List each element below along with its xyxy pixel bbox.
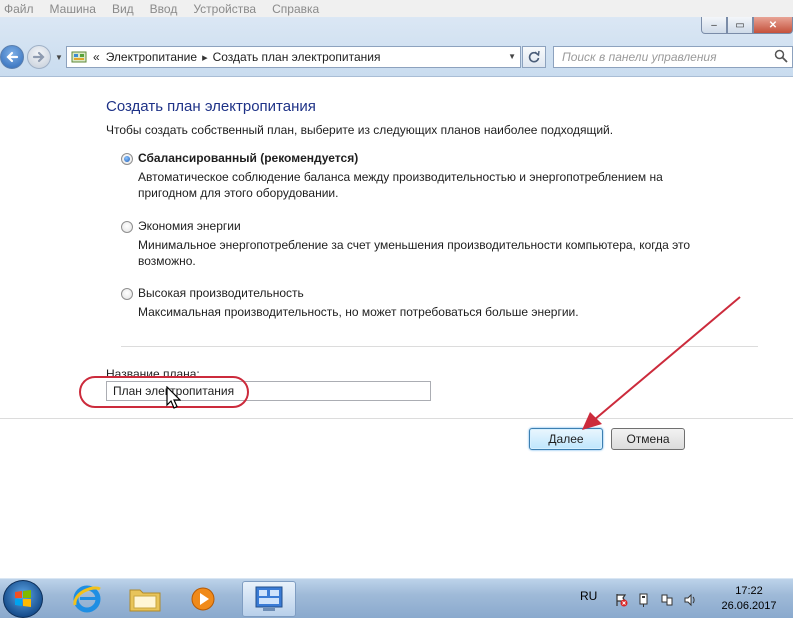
- network-icon[interactable]: [660, 593, 674, 607]
- back-button[interactable]: [0, 45, 24, 69]
- plan-name-input[interactable]: [106, 381, 431, 401]
- cancel-button[interactable]: Отмена: [611, 428, 685, 450]
- language-indicator[interactable]: RU: [580, 589, 597, 603]
- breadcrumb-prefix[interactable]: «: [93, 50, 100, 64]
- breadcrumb-create-plan[interactable]: Создать план электропитания: [213, 50, 381, 64]
- option-high-performance[interactable]: Высокая производительность Максимальная …: [121, 286, 741, 326]
- clock-date: 26.06.2017: [721, 600, 777, 612]
- option-balanced[interactable]: Сбалансированный (рекомендуется) Автомат…: [121, 151, 741, 201]
- option-power-saver-label[interactable]: Экономия энергии: [138, 219, 241, 233]
- search-box[interactable]: Поиск в панели управления: [553, 46, 793, 68]
- option-balanced-label[interactable]: Сбалансированный (рекомендуется): [138, 151, 358, 165]
- arrow-left-icon: [6, 51, 19, 63]
- taskbar-internet-explorer[interactable]: [60, 581, 114, 617]
- minimize-button[interactable]: ‒: [701, 17, 727, 34]
- vm-menubar: Файл Машина Вид Ввод Устройства Справка: [0, 0, 793, 17]
- menu-help[interactable]: Справка: [272, 2, 319, 16]
- page-title: Создать план электропитания: [106, 98, 316, 115]
- refresh-button[interactable]: [522, 46, 546, 68]
- main-content: Создать план электропитания Чтобы создат…: [0, 78, 793, 578]
- forward-button[interactable]: [27, 45, 51, 69]
- page-subtitle: Чтобы создать собственный план, выберите…: [106, 123, 614, 137]
- address-dropdown-icon[interactable]: ▼: [508, 52, 516, 61]
- clock-time: 17:22: [735, 585, 763, 597]
- menu-machine[interactable]: Машина: [50, 2, 96, 16]
- taskbar-control-panel[interactable]: [242, 581, 296, 617]
- radio-balanced[interactable]: [121, 153, 133, 165]
- address-bar[interactable]: « Электропитание ▸ Создать план электроп…: [66, 46, 521, 68]
- power-plug-icon[interactable]: [637, 593, 651, 607]
- search-placeholder: Поиск в панели управления: [562, 50, 717, 64]
- mouse-cursor-icon: [166, 386, 181, 409]
- option-power-saver-description: Минимальное энергопотребление за счет ум…: [138, 238, 691, 268]
- windows-logo-icon: [15, 590, 31, 607]
- taskbar-media-player[interactable]: [176, 581, 230, 617]
- menu-devices[interactable]: Устройства: [193, 2, 256, 16]
- refresh-icon: [528, 50, 540, 63]
- navigation-row: ▼ « Электропитание ▸ Создать план электр…: [0, 43, 793, 69]
- close-button[interactable]: ✕: [753, 17, 793, 34]
- menu-file[interactable]: Файл: [4, 2, 34, 16]
- search-icon[interactable]: [774, 49, 788, 63]
- taskbar: RU 17:22 26.06.2017: [0, 578, 793, 618]
- system-tray: RU 17:22 26.06.2017: [568, 579, 793, 618]
- next-button[interactable]: Далее: [529, 428, 603, 450]
- folder-icon: [129, 589, 161, 612]
- maximize-button[interactable]: ▭: [727, 17, 753, 34]
- option-high-performance-description: Максимальная производительность, но може…: [138, 305, 579, 319]
- start-button[interactable]: [3, 580, 43, 618]
- window-chrome: ‒ ▭ ✕ ▼ « Электропитание ▸ Создать план …: [0, 17, 793, 77]
- menu-input[interactable]: Ввод: [150, 2, 178, 16]
- action-center-flag-icon[interactable]: [614, 593, 628, 607]
- control-panel-icon: [71, 51, 87, 63]
- control-panel-icon: [255, 586, 283, 611]
- divider: [121, 346, 758, 347]
- plan-name-label: Название плана:: [106, 367, 200, 381]
- option-high-performance-label[interactable]: Высокая производительность: [138, 286, 304, 300]
- clock[interactable]: 17:22 26.06.2017: [716, 584, 782, 614]
- internet-explorer-icon: [73, 585, 101, 613]
- taskbar-windows-explorer[interactable]: [118, 581, 172, 617]
- menu-view[interactable]: Вид: [112, 2, 134, 16]
- media-player-icon: [191, 587, 215, 611]
- radio-power-saver[interactable]: [121, 221, 133, 233]
- option-balanced-description: Автоматическое соблюдение баланса между …: [138, 170, 663, 200]
- divider-bottom: [0, 418, 793, 419]
- recent-pages-dropdown-icon[interactable]: ▼: [55, 53, 63, 62]
- option-power-saver[interactable]: Экономия энергии Минимальное энергопотре…: [121, 219, 741, 269]
- breadcrumb-power-options[interactable]: Электропитание: [106, 50, 197, 64]
- arrow-right-icon: [32, 51, 45, 63]
- breadcrumb-separator-icon[interactable]: ▸: [202, 51, 208, 64]
- window-controls: ‒ ▭ ✕: [701, 17, 793, 34]
- volume-icon[interactable]: [683, 593, 697, 607]
- radio-high-performance[interactable]: [121, 288, 133, 300]
